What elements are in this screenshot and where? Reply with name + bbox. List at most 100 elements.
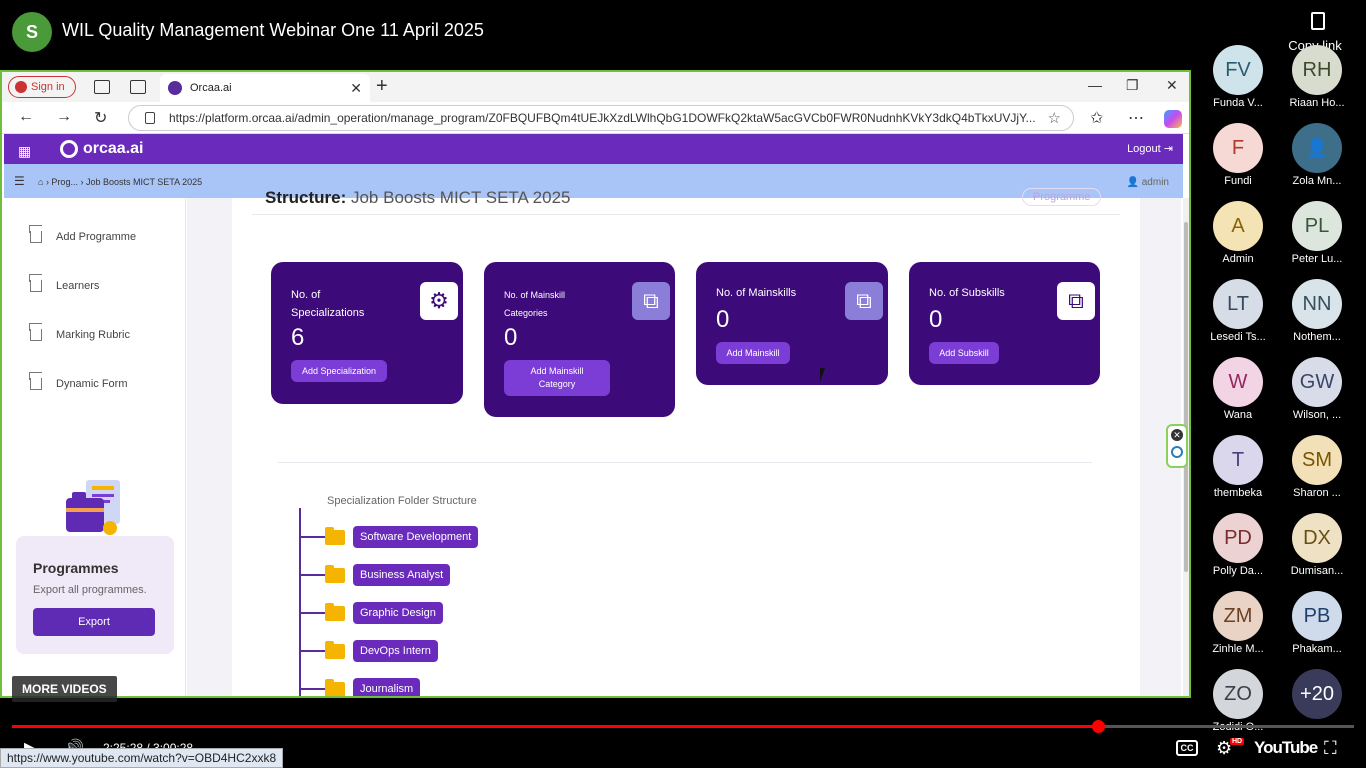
participant-tile[interactable]: ZOZodidi O...: [1208, 669, 1268, 733]
participant-tile[interactable]: FV Funda V...: [1208, 45, 1268, 109]
forward-icon[interactable]: →: [56, 108, 72, 126]
workspaces-icon[interactable]: [94, 80, 110, 94]
progress-scrubber[interactable]: [1092, 720, 1106, 733]
participant-tile[interactable]: +20: [1287, 669, 1347, 721]
participant-tile[interactable]: PL Peter Lu...: [1287, 201, 1347, 265]
export-button[interactable]: Export: [33, 608, 155, 636]
breadcrumb-bar: ☰ ⌂ › Prog... › Job Boosts MICT SETA 202…: [4, 164, 1183, 198]
close-window-icon[interactable]: ✕: [1166, 77, 1178, 94]
add-mainskill-category-button[interactable]: Add Mainskill Category: [504, 360, 610, 396]
tree-item-label[interactable]: Graphic Design: [353, 602, 443, 624]
tree-item[interactable]: Graphic Design: [299, 602, 443, 624]
tree-item-label[interactable]: DevOps Intern: [353, 640, 438, 662]
restore-icon[interactable]: ❐: [1126, 77, 1139, 94]
minimize-icon[interactable]: —: [1088, 77, 1102, 93]
participant-tile[interactable]: LT Lesedi Ts...: [1208, 279, 1268, 343]
close-circle-icon[interactable]: ✕: [1171, 429, 1183, 441]
more-menu-icon[interactable]: ⋯: [1128, 108, 1144, 128]
youtube-logo[interactable]: YouTube: [1254, 738, 1318, 758]
favorite-star-icon[interactable]: ☆: [1048, 109, 1061, 127]
orcaa-logo[interactable]: orcaa.ai: [60, 140, 143, 158]
hierarchy-icon: ⧉: [1057, 282, 1095, 320]
add-specialization-button[interactable]: Add Specialization: [291, 360, 387, 382]
participant-avatar: PD: [1213, 513, 1263, 563]
sidebar-item-learners[interactable]: Learners: [30, 280, 99, 292]
more-videos-button[interactable]: MORE VIDEOS: [12, 676, 117, 702]
participant-tile[interactable]: PB Phakam...: [1287, 591, 1347, 655]
fullscreen-icon[interactable]: ⛶: [1324, 738, 1337, 759]
programmes-illustration: [66, 480, 120, 535]
card-label: No. of Mainskills: [716, 287, 797, 299]
participant-name: Wilson, ...: [1292, 409, 1342, 421]
participant-tile[interactable]: GW Wilson, ...: [1287, 357, 1347, 421]
participant-tile[interactable]: PD Polly Da...: [1208, 513, 1268, 577]
tree-item-label[interactable]: Business Analyst: [353, 564, 451, 586]
participant-avatar: 👤: [1292, 123, 1342, 173]
add-mainskill-button[interactable]: Add Mainskill: [716, 342, 790, 364]
channel-avatar[interactable]: S: [12, 12, 52, 52]
structure-name: Job Boosts MICT SETA 2025: [350, 188, 571, 207]
participant-tile[interactable]: ZM Zinhle M...: [1208, 591, 1268, 655]
tree-item[interactable]: Journalism: [299, 678, 421, 696]
address-url: https://platform.orcaa.ai/admin_operatio…: [169, 111, 1036, 125]
user-menu[interactable]: 👤 admin: [1127, 177, 1169, 188]
side-toolbar[interactable]: ✕: [1166, 424, 1188, 468]
breadcrumb[interactable]: ⌂ › Prog... › Job Boosts MICT SETA 2025: [38, 177, 202, 187]
participant-name: Nothem...: [1293, 331, 1341, 343]
programmes-title: Programmes: [33, 560, 119, 576]
reload-icon[interactable]: ↻: [94, 108, 107, 128]
sign-in-button[interactable]: Sign in: [8, 76, 76, 98]
browser-tab-orcaa[interactable]: Orcaa.ai ✕: [160, 74, 370, 102]
logout-button[interactable]: Logout ⇥: [1127, 142, 1173, 155]
participant-tile[interactable]: NN Nothem...: [1287, 279, 1347, 343]
tree-item-label[interactable]: Journalism: [353, 678, 421, 696]
tree-branch: [299, 612, 325, 614]
breadcrumb-text: › Prog... › Job Boosts MICT SETA 2025: [45, 177, 203, 187]
participant-tile[interactable]: A Admin: [1208, 201, 1268, 265]
user-icon: 👤: [1126, 177, 1142, 188]
tree-branch: [299, 536, 325, 538]
favorites-icon[interactable]: ✩: [1090, 108, 1103, 128]
programmes-subtitle: Export all programmes.: [33, 584, 147, 596]
apps-grid-icon[interactable]: ▦: [18, 143, 31, 160]
copilot-icon[interactable]: [1164, 110, 1182, 128]
mainskill-categories-card: No. of Mainskill Categories 0 Add Mainsk…: [484, 262, 675, 417]
tree-item[interactable]: Business Analyst: [299, 564, 451, 586]
participant-name: Polly Da...: [1212, 565, 1264, 577]
page-title: Structure: Job Boosts MICT SETA 2025: [265, 188, 571, 208]
shared-browser-window: Sign in Orcaa.ai ✕ + — ❐ ✕ ← → ↻ https:/…: [0, 70, 1191, 698]
participant-tile[interactable]: SM Sharon ...: [1287, 435, 1347, 499]
participant-avatar: ZM: [1213, 591, 1263, 641]
participant-tile[interactable]: 👤 Zola Mn...: [1287, 123, 1347, 187]
add-subskill-button[interactable]: Add Subskill: [929, 342, 999, 364]
captions-button[interactable]: CC: [1176, 740, 1198, 756]
sign-in-label: Sign in: [31, 81, 65, 93]
programme-badge[interactable]: Programme: [1022, 188, 1102, 206]
scrollbar-thumb[interactable]: [1184, 222, 1188, 572]
tree-item-label[interactable]: Software Development: [353, 526, 479, 548]
participant-tile[interactable]: F Fundi: [1208, 123, 1268, 187]
new-tab-icon[interactable]: +: [376, 75, 388, 98]
participant-tile[interactable]: W Wana: [1208, 357, 1268, 421]
close-tab-icon[interactable]: ✕: [350, 80, 362, 97]
orcaa-favicon: [168, 81, 182, 95]
tree-item[interactable]: DevOps Intern: [299, 640, 438, 662]
youtube-player: S WIL Quality Management Webinar One 11 …: [0, 0, 1366, 768]
menu-icon[interactable]: ☰: [14, 174, 25, 188]
folder-icon: [325, 678, 345, 696]
sidebar-item-add-programme[interactable]: Add Programme: [30, 231, 136, 243]
logo-text: orcaa.ai: [83, 140, 144, 157]
address-bar[interactable]: https://platform.orcaa.ai/admin_operatio…: [128, 105, 1074, 131]
tree-item[interactable]: Software Development: [299, 526, 479, 548]
home-icon[interactable]: ⌂: [38, 177, 46, 187]
edge-icon[interactable]: [1171, 446, 1183, 458]
participant-tile[interactable]: Tthembeka: [1208, 435, 1268, 499]
back-icon[interactable]: ←: [18, 108, 34, 126]
participant-tile[interactable]: DX Dumisan...: [1287, 513, 1347, 577]
video-title[interactable]: WIL Quality Management Webinar One 11 Ap…: [62, 20, 484, 41]
sidebar-item-dynamic-form[interactable]: Dynamic Form: [30, 378, 128, 390]
tab-actions-icon[interactable]: [130, 80, 146, 94]
participant-avatar: SM: [1292, 435, 1342, 485]
sidebar-item-marking-rubric[interactable]: Marking Rubric: [30, 329, 130, 341]
participant-tile[interactable]: RH Riaan Ho...: [1287, 45, 1347, 109]
